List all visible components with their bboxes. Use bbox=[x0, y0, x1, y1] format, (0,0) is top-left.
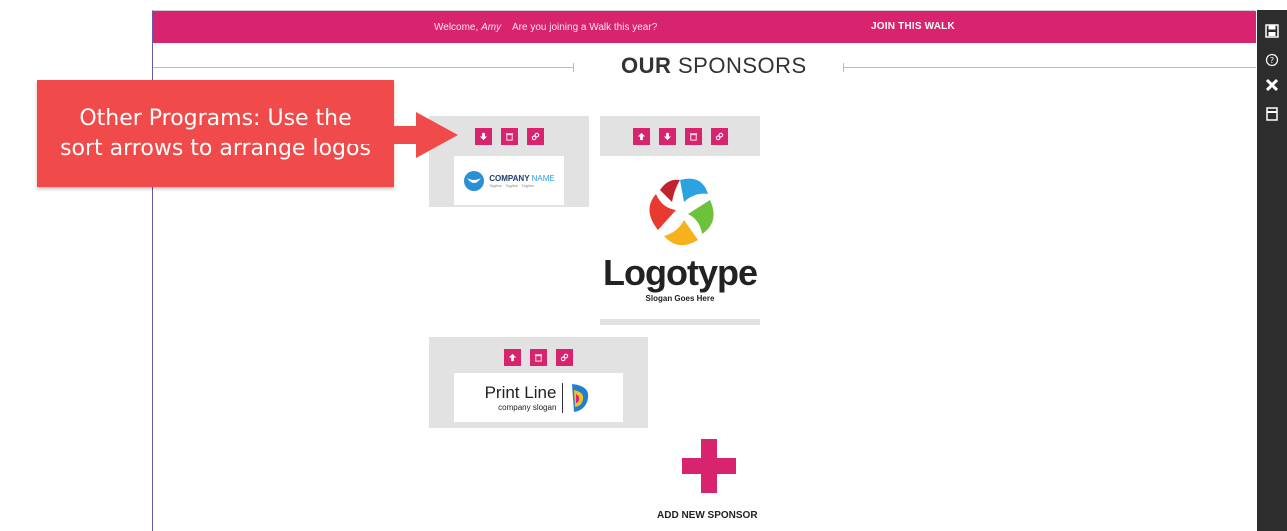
logotype-word: Logotype bbox=[603, 252, 758, 293]
link-icon bbox=[715, 132, 723, 141]
user-name: Amy bbox=[481, 22, 502, 33]
page-title-rest: SPONSORS bbox=[671, 53, 807, 78]
link-button[interactable] bbox=[556, 349, 573, 366]
link-button[interactable] bbox=[526, 128, 544, 145]
logo-text-secondary: NAME bbox=[531, 173, 555, 183]
move-up-button[interactable] bbox=[504, 349, 521, 366]
help-icon: ? bbox=[1265, 53, 1279, 67]
trash-icon bbox=[505, 133, 513, 141]
logo-subtext: Tagline · Tagline · Tagline bbox=[489, 182, 535, 188]
down-arrow-icon bbox=[663, 132, 671, 141]
archive-button[interactable] bbox=[1263, 105, 1281, 123]
page-title: OUR SPONSORS bbox=[621, 53, 807, 79]
logo-text-primary: COMPANY bbox=[489, 173, 530, 183]
save-icon bbox=[1265, 24, 1279, 38]
tutorial-callout: Other Programs: Use the sort arrows to a… bbox=[37, 80, 394, 187]
printline-slogan: company slogan bbox=[498, 403, 557, 412]
logo-divider bbox=[562, 382, 564, 413]
save-button[interactable] bbox=[1263, 22, 1281, 40]
company-logo-icon bbox=[464, 170, 485, 191]
heading-divider-right bbox=[843, 67, 1256, 68]
heading-divider-tick bbox=[573, 63, 574, 72]
callout-arrow-icon bbox=[350, 112, 458, 158]
sponsor-logo-3: Print Line company slogan bbox=[454, 373, 623, 422]
delete-button[interactable] bbox=[500, 128, 518, 145]
delete-button[interactable] bbox=[530, 349, 547, 366]
sponsor-controls bbox=[429, 349, 648, 366]
editor-sidebar: ? bbox=[1257, 10, 1287, 531]
callout-line-2: sort arrows to arrange logos bbox=[60, 135, 371, 161]
callout-line-1: Other Programs: Use the bbox=[79, 105, 352, 131]
page: Welcome, Amy Are you joining a Walk this… bbox=[0, 0, 1287, 531]
sponsor-controls bbox=[600, 128, 760, 145]
printline-name: Print Line bbox=[484, 383, 557, 402]
welcome-prefix: Welcome, bbox=[434, 22, 479, 33]
move-up-button[interactable] bbox=[632, 128, 650, 145]
move-down-button[interactable] bbox=[658, 128, 676, 145]
top-bar: Welcome, Amy Are you joining a Walk this… bbox=[153, 11, 1256, 43]
svg-text:?: ? bbox=[1270, 56, 1274, 65]
sponsor-tile-2[interactable]: Logotype Slogan Goes Here bbox=[600, 116, 760, 325]
page-title-bold: OUR bbox=[621, 53, 672, 78]
help-button[interactable]: ? bbox=[1263, 51, 1281, 69]
up-arrow-icon bbox=[637, 132, 645, 141]
walk-question: Are you joining a Walk this year? bbox=[512, 22, 658, 33]
move-down-button[interactable] bbox=[474, 128, 492, 145]
close-button[interactable] bbox=[1263, 76, 1281, 94]
logotype-mark-icon bbox=[649, 178, 714, 246]
sponsor-logo-2: Logotype Slogan Goes Here bbox=[600, 156, 760, 319]
trash-icon bbox=[534, 354, 543, 362]
link-icon bbox=[560, 353, 569, 362]
close-icon bbox=[1265, 78, 1279, 92]
up-arrow-icon bbox=[508, 353, 517, 362]
delete-button[interactable] bbox=[684, 128, 702, 145]
trash-icon bbox=[689, 133, 697, 141]
welcome-text: Welcome, Amy bbox=[434, 22, 501, 33]
link-button[interactable] bbox=[710, 128, 728, 145]
down-arrow-icon bbox=[479, 132, 487, 141]
logotype-slogan: Slogan Goes Here bbox=[645, 294, 715, 303]
archive-icon bbox=[1266, 107, 1278, 121]
sponsor-tile-3[interactable]: Print Line company slogan bbox=[429, 337, 648, 428]
sponsor-logo-1: COMPANY NAME Tagline · Tagline · Tagline bbox=[454, 156, 564, 205]
logo-company-text: COMPANY NAME bbox=[489, 174, 555, 183]
printline-mark-icon bbox=[572, 383, 589, 412]
add-sponsor-label[interactable]: ADD NEW SPONSOR bbox=[657, 510, 758, 521]
join-walk-link[interactable]: JOIN THIS WALK bbox=[871, 21, 955, 32]
heading-divider-left bbox=[153, 67, 573, 68]
add-sponsor-icon[interactable] bbox=[682, 439, 736, 493]
link-icon bbox=[531, 132, 539, 141]
